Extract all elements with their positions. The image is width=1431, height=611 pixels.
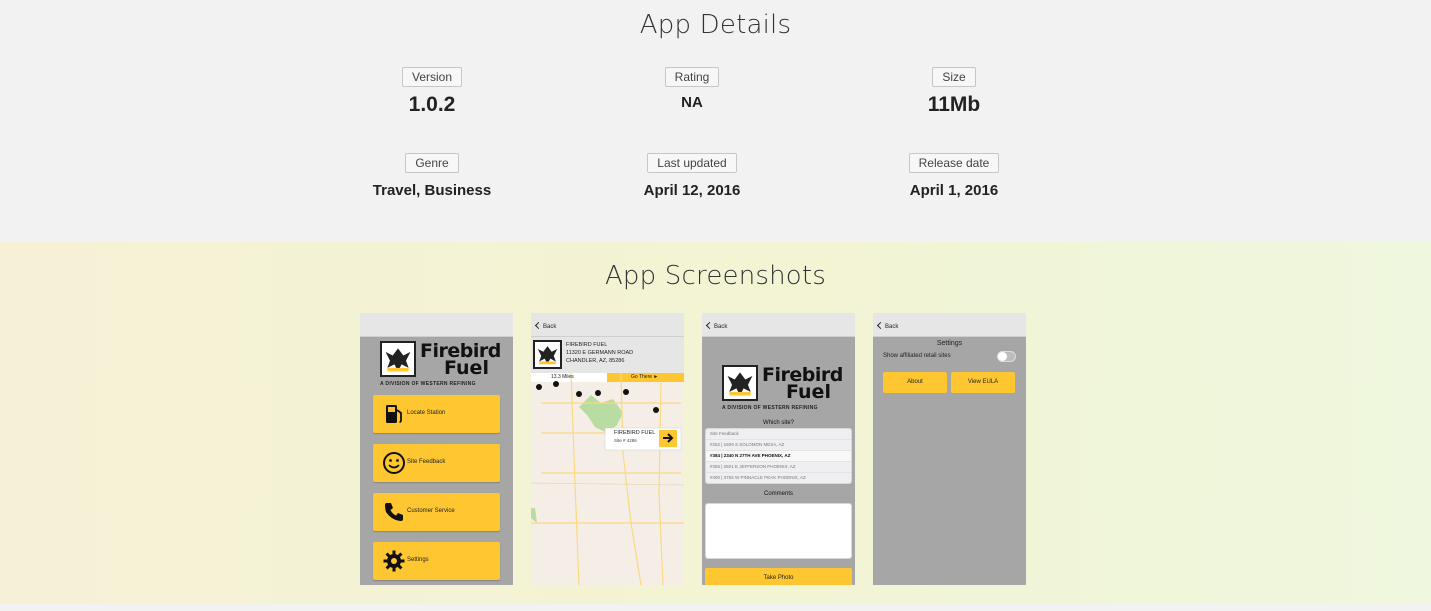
detail-value: NA <box>681 94 703 111</box>
back-button[interactable]: Back <box>876 321 899 330</box>
detail-version: Version 1.0.2 <box>312 67 552 117</box>
menu-label: Site Feedback <box>407 459 446 465</box>
affiliated-sites-label: Show affiliated retail sites <box>883 353 951 359</box>
detail-label: Last updated <box>647 153 737 173</box>
take-photo-label: Take Photo <box>763 575 794 581</box>
brand-line-2: Fuel <box>444 357 489 379</box>
detail-size: Size 11Mb <box>834 67 1074 117</box>
brand-division: A DIVISION OF WESTERN REFINING <box>380 381 476 387</box>
app-screenshots-title: App Screenshots <box>604 261 827 291</box>
settings-button[interactable]: Settings <box>373 542 500 580</box>
settings-title: Settings <box>936 340 963 347</box>
screenshot-4[interactable]: Back Settings Show affiliated retail sit… <box>873 313 1026 585</box>
view-eula-label: View EULA <box>967 379 999 385</box>
locate-station-button[interactable]: Locate Station <box>373 395 500 433</box>
site-option-selected[interactable]: #384 | 2340 N 27TH AVE PHOENIX, AZ <box>706 451 851 462</box>
firebird-emblem-icon <box>380 341 416 377</box>
back-label: Back <box>714 324 728 330</box>
site-feedback-button[interactable]: Site Feedback <box>373 444 500 482</box>
detail-label: Genre <box>405 153 459 173</box>
firebird-emblem-icon <box>533 340 562 369</box>
brand-division: A DIVISION OF WESTERN REFINING <box>722 405 818 411</box>
map-view[interactable]: 13.3 Miles Go There ► FIREBIRD FUEL Site… <box>531 372 684 585</box>
screenshot-3[interactable]: Back Firebird Fuel A DIVISION OF WESTERN… <box>702 313 855 585</box>
back-button[interactable]: Back <box>705 321 728 330</box>
map-graphic <box>531 372 684 585</box>
screenshot-2[interactable]: Back FIREBIRD FUEL 11320 E GERMANN ROAD … <box>531 313 684 585</box>
detail-value: April 12, 2016 <box>643 182 741 199</box>
take-photo-button[interactable]: Take Photo <box>705 568 852 585</box>
distance-label: 13.3 Miles <box>551 374 574 380</box>
go-there-button[interactable]: Go There ► <box>631 374 658 380</box>
comments-textarea[interactable] <box>705 503 852 559</box>
chevron-left-icon <box>876 321 885 330</box>
back-label: Back <box>543 324 557 330</box>
address-line: CHANDLER, AZ, 85286 <box>566 358 625 364</box>
detail-rating: Rating NA <box>572 67 812 111</box>
app-details-section: App Details Version 1.0.2 Rating NA Size… <box>0 0 1431 242</box>
back-button[interactable]: Back <box>534 321 557 330</box>
customer-service-button[interactable]: Customer Service <box>373 493 500 531</box>
chevron-left-icon <box>705 321 714 330</box>
about-label: About <box>907 379 923 385</box>
detail-value: 1.0.2 <box>408 93 456 116</box>
firebird-emblem-icon <box>722 365 758 401</box>
detail-release-date: Release date April 1, 2016 <box>834 153 1074 199</box>
menu-label: Locate Station <box>407 410 446 416</box>
detail-label: Size <box>932 67 976 87</box>
address-line: 11320 E GERMANN ROAD <box>566 350 634 356</box>
detail-value: Travel, Business <box>372 182 492 199</box>
callout-site: Site # 4286 <box>614 438 637 443</box>
detail-value: 11Mb <box>927 93 981 116</box>
detail-last-updated: Last updated April 12, 2016 <box>572 153 812 199</box>
chevron-left-icon <box>534 321 543 330</box>
site-option[interactable]: #400 | 3755 W PINNACLE PEAK PHOENIX, AZ <box>706 473 851 483</box>
menu-label: Customer Service <box>407 508 455 514</box>
site-option[interactable]: #262 | 1609 S SOLOMON MESA, AZ <box>706 440 851 451</box>
bottom-divider <box>0 604 1431 611</box>
site-option[interactable]: #355 | 2601 E JEFFERSON PHOENIX, AZ <box>706 462 851 473</box>
gear-icon <box>383 550 405 572</box>
callout-name: FIREBIRD FUEL <box>614 430 656 436</box>
status-bar <box>360 313 513 337</box>
brand-line-2: Fuel <box>786 381 831 403</box>
site-option[interactable]: Site Feedback <box>706 429 851 440</box>
address-line: FIREBIRD FUEL <box>566 342 608 348</box>
menu-label: Settings <box>407 557 429 563</box>
station-address: FIREBIRD FUEL 11320 E GERMANN ROAD CHAND… <box>566 341 633 365</box>
detail-label: Rating <box>664 67 720 87</box>
which-site-label: Which site? <box>762 420 794 426</box>
app-details-title: App Details <box>639 10 792 40</box>
detail-value: April 1, 2016 <box>909 182 999 199</box>
screenshot-1[interactable]: Firebird Fuel A DIVISION OF WESTERN REFI… <box>360 313 513 585</box>
gas-pump-icon <box>386 405 402 423</box>
comments-label: Comments <box>763 491 793 497</box>
site-picker[interactable]: Site Feedback #262 | 1609 S SOLOMON MESA… <box>705 428 852 484</box>
detail-genre: Genre Travel, Business <box>312 153 552 199</box>
app-screenshots-section: App Screenshots Firebird Fuel A DIVISION… <box>0 242 1431 604</box>
view-eula-button[interactable]: View EULA <box>951 372 1015 393</box>
affiliated-sites-toggle[interactable] <box>997 351 1016 362</box>
phone-icon <box>385 503 403 521</box>
back-label: Back <box>885 324 899 330</box>
about-button[interactable]: About <box>883 372 947 393</box>
detail-label: Version <box>401 67 463 87</box>
smiley-icon <box>383 452 405 474</box>
detail-label: Release date <box>908 153 1000 173</box>
